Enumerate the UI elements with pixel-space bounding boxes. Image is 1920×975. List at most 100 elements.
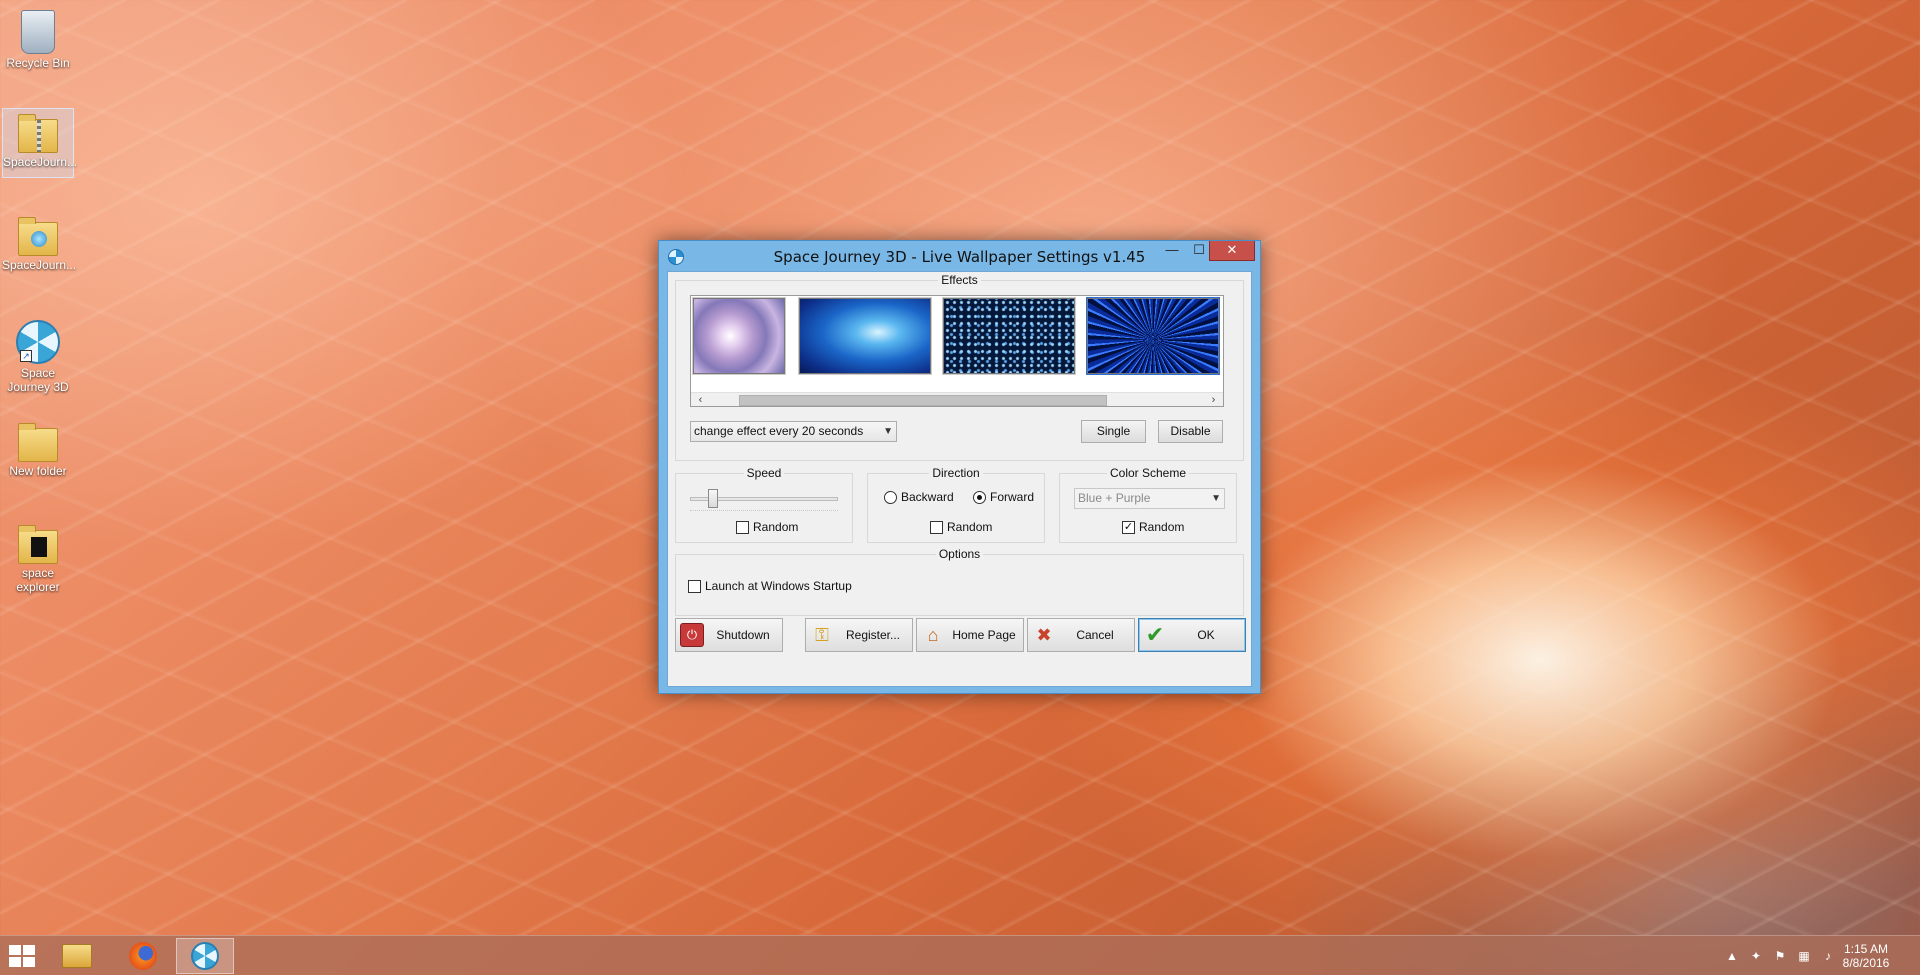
home-icon: ⌂ [927,624,939,645]
chevron-down-icon: ▼ [883,426,893,437]
desktop-icon-label: Recycle Bin [6,56,70,70]
space-journey-tray-icon[interactable]: ✦ [1748,948,1764,964]
color-scheme-value: Blue + Purple [1078,491,1151,505]
network-icon[interactable]: ▦ [1796,948,1812,964]
speed-random-checkbox[interactable]: Random [736,520,798,534]
dialog-client: Effects ‹ › change effect every 20 secon… [667,271,1252,687]
radio-circle-selected [973,490,986,504]
direction-group-label: Direction [929,466,983,480]
options-group-label: Options [935,547,984,561]
direction-random-checkbox[interactable]: Random [930,520,992,534]
home-page-button[interactable]: ⌂ Home Page [916,618,1024,652]
minimize-button[interactable]: — [1159,241,1185,261]
direction-forward-radio[interactable]: Forward [973,490,1034,504]
action-center-flag-icon[interactable]: ⚑ [1772,948,1788,964]
desktop-icon-label: space explorer [16,566,60,594]
close-button[interactable]: ✕ [1209,241,1255,261]
windows-logo-icon [9,945,21,955]
ok-label: OK [1197,628,1215,642]
shortcut-arrow-icon: ↗ [20,350,32,362]
checkbox-box [930,520,943,534]
desktop-icon-spacejourney-zip[interactable]: SpaceJourn... [2,108,78,178]
speed-random-label: Random [753,520,799,534]
color-scheme-group: Color Scheme Blue + Purple ▼ ✓ Random [1059,466,1237,543]
disable-button[interactable]: Disable [1158,420,1223,443]
scroll-left-arrow-icon[interactable]: ‹ [693,393,708,406]
desktop-icon-space-explorer[interactable]: space explorer [2,520,74,604]
taskbar-firefox[interactable] [114,938,172,974]
effects-group: Effects ‹ › change effect every 20 secon… [675,273,1244,461]
color-scheme-group-label: Color Scheme [1106,466,1190,480]
desktop-icon-label: New folder [9,464,67,478]
radio-circle [884,490,897,504]
volume-icon[interactable]: ♪ [1820,948,1836,964]
system-tray: ▲ ✦ ⚑ ▦ ♪ [1720,936,1840,975]
effect-interval-value: change effect every 20 seconds [694,424,864,438]
recycle-bin-icon [21,10,55,54]
desktop-icon-label: Space Journey 3D [7,366,69,394]
backward-label: Backward [901,490,954,504]
color-scheme-random-checkbox[interactable]: ✓ Random [1122,520,1184,534]
checkmark-icon: ✔ [1145,622,1165,647]
effects-thumbnail-strip: ‹ › [690,295,1224,407]
clock-time: 1:15 AM [1843,942,1889,956]
checkbox-checked-icon: ✓ [1122,520,1135,534]
effect-thumbnail-4[interactable] [1086,297,1220,375]
effects-scrollbar[interactable]: ‹ › [691,392,1223,406]
folder-icon [18,525,58,564]
options-group: Options Launch at Windows Startup [675,547,1244,616]
folder-icon [18,423,58,462]
desktop-icon-space-journey-3d[interactable]: ↗ Space Journey 3D [2,316,74,400]
space-journey-app-icon [191,942,219,970]
effect-thumbnail-2[interactable] [798,297,932,375]
folder-icon [18,217,58,256]
shutdown-label: Shutdown [716,628,770,642]
register-button[interactable]: ⚿ Register... [805,618,913,652]
file-explorer-icon [62,944,92,968]
clock-date: 8/8/2016 [1842,956,1890,970]
taskbar-file-explorer[interactable] [48,938,106,974]
settings-dialog: Space Journey 3D - Live Wallpaper Settin… [658,240,1261,694]
dialog-titlebar[interactable]: Space Journey 3D - Live Wallpaper Settin… [659,241,1260,271]
taskbar-clock[interactable]: 1:15 AM 8/8/2016 [1836,942,1896,970]
home-page-label: Home Page [952,628,1016,642]
desktop-icon-recycle-bin[interactable]: Recycle Bin [2,6,74,76]
speed-slider-ticks [690,510,838,513]
effects-group-label: Effects [938,273,981,287]
color-scheme-select[interactable]: Blue + Purple ▼ [1074,488,1225,509]
desktop-icon-new-folder[interactable]: New folder [2,418,74,488]
speed-slider-thumb[interactable] [708,489,718,508]
taskbar-space-journey[interactable] [176,938,234,974]
effect-thumbnail-3[interactable] [942,297,1076,375]
chevron-up-icon[interactable]: ▲ [1724,948,1740,964]
scrollbar-thumb[interactable] [739,395,1107,406]
space-journey-app-icon: ↗ [16,320,60,364]
cancel-label: Cancel [1076,628,1114,642]
direction-backward-radio[interactable]: Backward [884,490,954,504]
effect-interval-select[interactable]: change effect every 20 seconds ▼ [690,421,897,442]
direction-group: Direction Backward Forward Random [867,466,1045,543]
effect-thumbnail-1[interactable] [692,297,786,375]
launch-at-startup-checkbox[interactable]: Launch at Windows Startup [688,579,852,593]
power-icon: ⏻ [680,623,704,647]
speed-group: Speed Random [675,466,853,543]
firefox-icon [129,942,157,970]
launch-at-startup-label: Launch at Windows Startup [705,579,852,593]
direction-random-label: Random [947,520,993,534]
taskbar: ▲ ✦ ⚑ ▦ ♪ 1:15 AM 8/8/2016 [0,935,1920,975]
speed-group-label: Speed [743,466,785,480]
checkbox-box [688,579,701,593]
single-button[interactable]: Single [1081,420,1146,443]
desktop-icon-label: SpaceJourn... [2,258,77,272]
key-icon: ⚿ [815,624,829,645]
scroll-right-arrow-icon[interactable]: › [1206,393,1221,406]
shutdown-button[interactable]: ⏻ Shutdown [675,618,783,652]
cancel-button[interactable]: ✖ Cancel [1027,618,1135,652]
chevron-down-icon: ▼ [1211,493,1221,504]
ok-button[interactable]: ✔ OK [1138,618,1246,652]
desktop-icon-spacejourney-folder[interactable]: SpaceJourn... [2,212,77,282]
start-button[interactable] [8,944,36,968]
forward-label: Forward [990,490,1035,504]
desktop-icon-label: SpaceJourn... [3,155,78,169]
zip-folder-icon [18,114,58,153]
